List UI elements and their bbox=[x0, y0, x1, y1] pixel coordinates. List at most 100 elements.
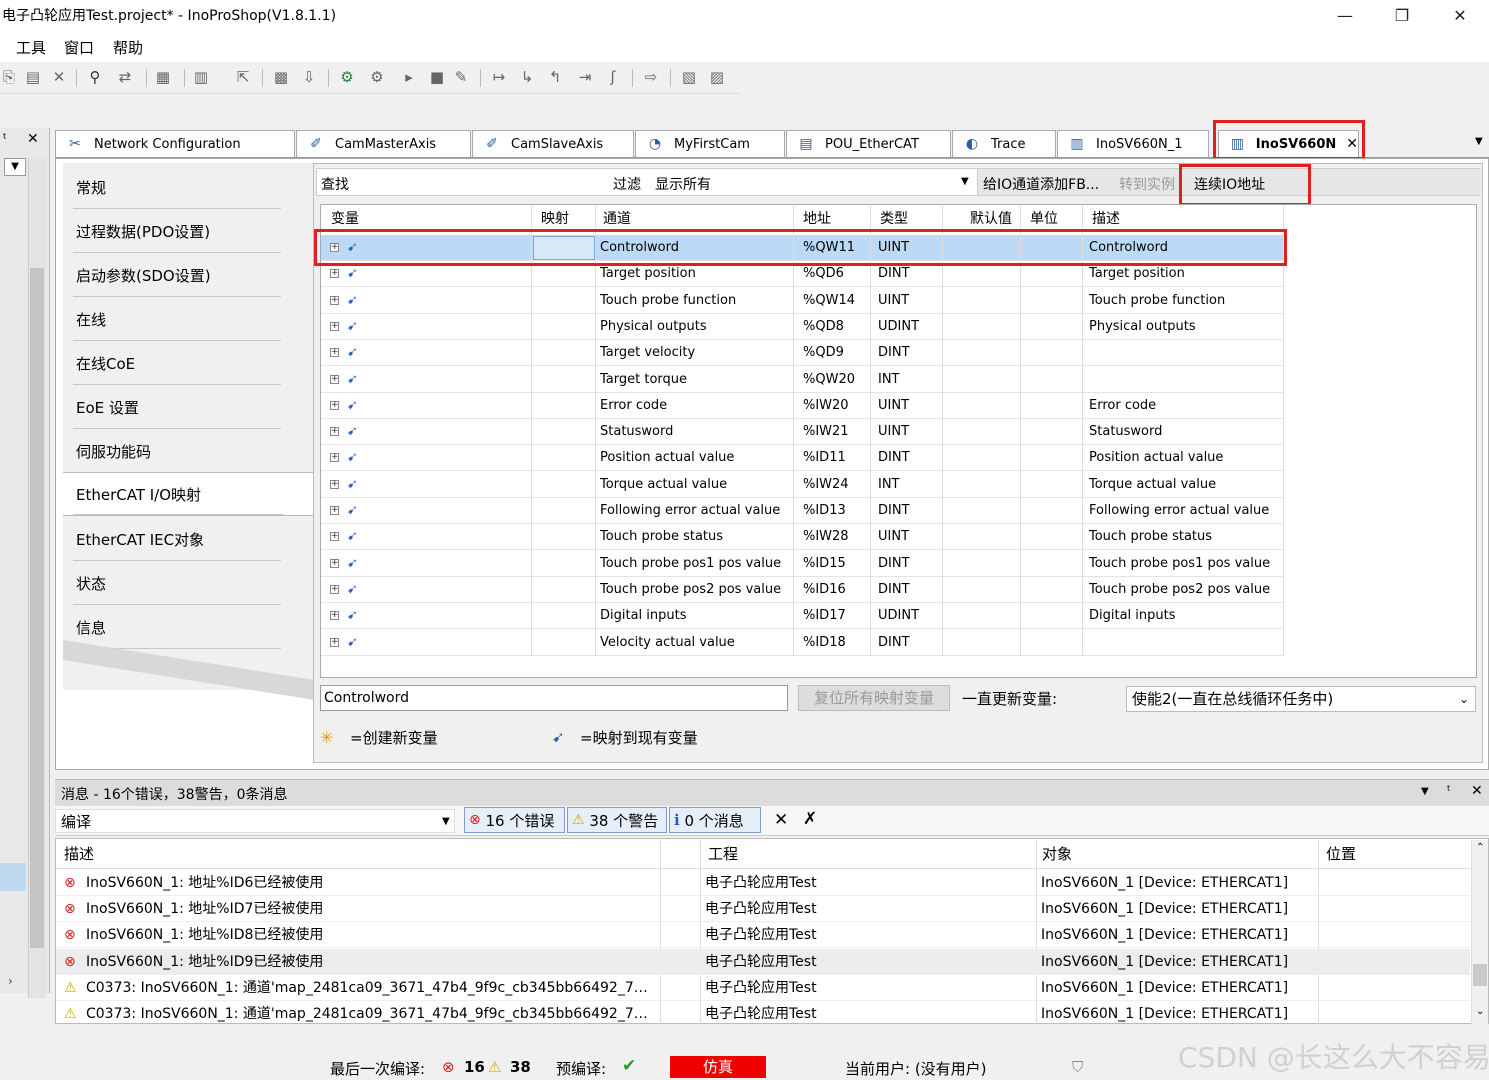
expand-icon[interactable]: + bbox=[330, 479, 339, 489]
breakpoint-icon[interactable]: ʃ bbox=[604, 68, 622, 86]
message-row[interactable]: ⊗ InoSV660N_1: 地址%ID9已经被使用 电子凸轮应用Test InoSV… bbox=[56, 948, 1470, 975]
search-input[interactable] bbox=[357, 171, 607, 193]
run-to-cursor-icon[interactable]: ⇥ bbox=[576, 68, 594, 86]
table-row[interactable]: + ➹ Physical outputs %QD8 UDINT Physical outp… bbox=[321, 314, 1283, 340]
clear-messages-icon[interactable]: ✕ bbox=[774, 810, 788, 830]
tab-network-configuration[interactable]: ✂ Network Configuration bbox=[55, 130, 295, 157]
always-update-select[interactable]: 使能2(一直在总线循环任务中) ⌄ bbox=[1126, 686, 1476, 712]
expand-icon[interactable]: + bbox=[330, 453, 339, 463]
export-icon[interactable]: ⇱ bbox=[234, 68, 252, 86]
tab-inosv660n-1[interactable]: ▥ InoSV660N_1 bbox=[1057, 130, 1209, 157]
paste-icon[interactable]: ▤ bbox=[24, 68, 42, 86]
expand-icon[interactable]: + bbox=[330, 400, 339, 410]
nav-item-online[interactable]: 在线 bbox=[63, 297, 313, 341]
step-over-icon[interactable]: ↦ bbox=[490, 68, 508, 86]
table-row[interactable]: + ➹ Target torque %QW20 INT bbox=[321, 367, 1283, 393]
nav-item-eoe[interactable]: EoE 设置 bbox=[63, 385, 313, 429]
selected-channel-field[interactable]: Controlword bbox=[320, 685, 788, 711]
filter-messages-button[interactable]: ℹ 0 个消息 bbox=[669, 807, 761, 833]
add-fb-button[interactable]: 给IO通道添加FB... bbox=[983, 174, 1099, 194]
msg-col-project[interactable]: 工程 bbox=[708, 843, 738, 864]
filter-select[interactable]: 显示所有 bbox=[655, 174, 711, 194]
panel-pin-icon[interactable]: ᵗ bbox=[1447, 784, 1451, 799]
dock-scroll-right-icon[interactable]: › bbox=[8, 974, 13, 988]
menu-window[interactable]: 窗口 bbox=[64, 37, 94, 58]
download-icon[interactable]: ⇩ bbox=[300, 68, 318, 86]
copy-icon[interactable]: ⎘ bbox=[0, 68, 18, 86]
expand-icon[interactable]: + bbox=[330, 269, 339, 279]
message-row[interactable]: ⚠ C0373: InoSV660N_1: 通道'map_2481ca09_367… bbox=[56, 975, 1470, 1001]
table-row[interactable]: + ➹ Velocity actual value %ID18 DINT bbox=[321, 630, 1283, 656]
nav-item-io-mapping[interactable]: EtherCAT I/O映射 bbox=[63, 472, 316, 516]
message-row[interactable]: ⚠ C0373: InoSV660N_1: 通道'map_2481ca09_367… bbox=[56, 1001, 1470, 1027]
goto-instance-button[interactable]: 转到实例 bbox=[1119, 174, 1175, 194]
message-category-select[interactable]: 编译 ▼ bbox=[55, 809, 455, 833]
expand-icon[interactable]: + bbox=[330, 584, 339, 594]
menu-tools[interactable]: 工具 bbox=[16, 37, 46, 58]
panel-close-icon[interactable]: ✕ bbox=[1471, 783, 1483, 799]
run-icon[interactable]: ▸ bbox=[400, 68, 418, 86]
reset-icon[interactable]: ✎ bbox=[452, 68, 470, 86]
step-out-icon[interactable]: ↰ bbox=[546, 68, 564, 86]
table-row[interactable]: + ➹ Touch probe function %QW14 UINT Touch pro… bbox=[321, 288, 1283, 314]
layout-icon[interactable]: ▥ bbox=[192, 68, 210, 86]
clear-all-icon[interactable]: ✗ bbox=[803, 809, 817, 829]
scroll-down-icon[interactable]: ⌄ bbox=[1476, 1006, 1484, 1017]
table-row[interactable]: + ➹ Touch probe pos1 pos value %ID15 DINT Tou… bbox=[321, 551, 1283, 577]
tab-camslaveaxis[interactable]: ✐ CamSlaveAxis bbox=[472, 130, 634, 157]
table-row[interactable]: + ➹ Target velocity %QD9 DINT bbox=[321, 340, 1283, 367]
message-row[interactable]: ⊗ InoSV660N_1: 地址%ID6已经被使用 电子凸轮应用Test InoSV… bbox=[56, 870, 1470, 896]
expand-icon[interactable]: + bbox=[330, 374, 339, 384]
nav-item-servo-params[interactable]: 伺服功能码 bbox=[63, 429, 313, 473]
msg-col-description[interactable]: 描述 bbox=[64, 843, 94, 864]
expand-icon[interactable]: + bbox=[330, 558, 339, 568]
login-icon[interactable]: ⚙ bbox=[338, 68, 356, 86]
nav-item-sdo[interactable]: 启动参数(SDO设置) bbox=[63, 253, 313, 297]
reset-mapping-button[interactable]: 复位所有映射变量 bbox=[798, 685, 950, 711]
delete-icon[interactable]: ✕ bbox=[50, 68, 68, 86]
nav-item-iec-objects[interactable]: EtherCAT IEC对象 bbox=[63, 517, 313, 561]
force-values-icon[interactable]: ▧ bbox=[680, 68, 698, 86]
table-row[interactable]: + ➹ Digital inputs %ID17 UDINT Digital inputs bbox=[321, 603, 1283, 630]
table-row[interactable]: + ➹ Torque actual value %IW24 INT Torque actu… bbox=[321, 472, 1283, 498]
expand-icon[interactable]: + bbox=[330, 532, 339, 542]
table-row[interactable]: + ➹ Touch probe status %IW28 UINT Touch probe… bbox=[321, 524, 1283, 551]
expand-icon[interactable]: + bbox=[330, 637, 339, 647]
step-into-icon[interactable]: ↳ bbox=[518, 68, 536, 86]
tab-cammasteraxis[interactable]: ✐ CamMasterAxis bbox=[296, 130, 471, 157]
tab-myfirstcam[interactable]: ◔ MyFirstCam bbox=[635, 130, 785, 157]
find-icon[interactable]: ⚲ bbox=[86, 68, 104, 86]
table-row[interactable]: + ➹ Error code %IW20 UINT Error code bbox=[321, 393, 1283, 419]
nav-item-online-coe[interactable]: 在线CoE bbox=[63, 341, 313, 385]
dock-dropdown-icon[interactable]: ▼ bbox=[4, 158, 26, 176]
pin-icon[interactable]: ᵗ bbox=[3, 132, 7, 147]
expand-icon[interactable]: + bbox=[330, 295, 339, 305]
message-row[interactable]: ⊗ InoSV660N_1: 地址%ID8已经被使用 电子凸轮应用Test InoSV… bbox=[56, 922, 1470, 949]
tab-trace[interactable]: ◐ Trace bbox=[952, 130, 1056, 157]
minimize-button[interactable]: — bbox=[1322, 2, 1368, 28]
stop-icon[interactable]: ■ bbox=[428, 68, 446, 86]
expand-icon[interactable]: + bbox=[330, 611, 339, 621]
tab-list-dropdown-icon[interactable]: ▼ bbox=[1475, 136, 1483, 147]
msg-col-position[interactable]: 位置 bbox=[1326, 843, 1356, 864]
replace-icon[interactable]: ⇄ bbox=[116, 68, 134, 86]
build-icon[interactable]: ▩ bbox=[272, 68, 290, 86]
filter-errors-button[interactable]: ⊗ 16 个错误 bbox=[464, 807, 565, 833]
panel-menu-icon[interactable]: ▼ bbox=[1421, 786, 1429, 797]
message-row[interactable]: ⊗ InoSV660N_1: 地址%ID7已经被使用 电子凸轮应用Test InoSV… bbox=[56, 896, 1470, 923]
write-values-icon[interactable]: ⇨ bbox=[642, 68, 660, 86]
unforce-icon[interactable]: ▨ bbox=[708, 68, 726, 86]
print-icon[interactable]: ▦ bbox=[154, 68, 172, 86]
expand-icon[interactable]: + bbox=[330, 348, 339, 358]
expand-icon[interactable]: + bbox=[330, 506, 339, 515]
menu-help[interactable]: 帮助 bbox=[113, 37, 143, 58]
messages-scrollbar[interactable]: ⌃ ⌄ bbox=[1471, 840, 1488, 1024]
close-button[interactable]: ✕ bbox=[1437, 2, 1483, 28]
table-row[interactable]: + ➹ Following error actual value %ID13 DINT F… bbox=[321, 498, 1283, 524]
table-row[interactable]: + ➹ Touch probe pos2 pos value %ID16 DINT Tou… bbox=[321, 577, 1283, 603]
security-shield-icon[interactable]: ⛉ bbox=[1072, 1058, 1083, 1076]
nav-item-general[interactable]: 常规 bbox=[63, 165, 313, 209]
dock-close-icon[interactable]: ✕ bbox=[27, 131, 39, 147]
scroll-up-icon[interactable]: ⌃ bbox=[1476, 842, 1484, 853]
filter-dropdown-icon[interactable]: ▼ bbox=[961, 176, 969, 187]
